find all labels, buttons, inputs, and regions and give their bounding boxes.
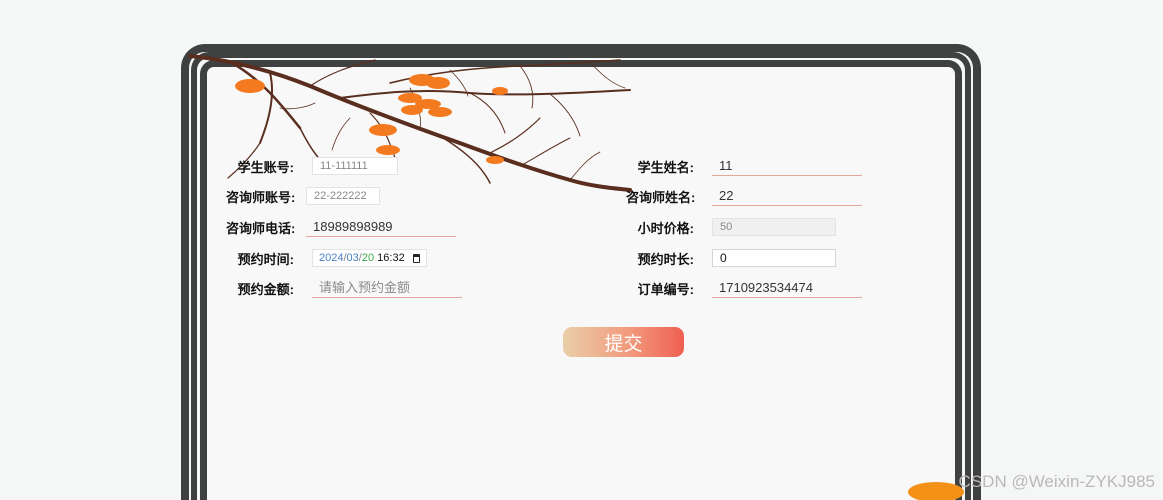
consultant-phone-input[interactable]	[306, 217, 456, 237]
row-appointment-amount: 预约金额:	[226, 277, 462, 299]
appointment-amount-input[interactable]	[312, 278, 462, 298]
row-hourly-price: 小时价格:	[626, 216, 836, 238]
consultant-account-input[interactable]	[306, 187, 380, 205]
appointment-duration-label: 预约时长:	[637, 251, 694, 267]
row-order-number: 订单编号:	[626, 277, 862, 299]
appointment-time-input[interactable]: 2024/03/20 16:32	[312, 249, 427, 267]
consultant-name-input[interactable]	[712, 186, 862, 206]
hourly-price-label: 小时价格:	[637, 220, 694, 236]
page: 学生账号: 咨询师账号: 咨询师电话: 预约时间: 2024/03/20 16:…	[0, 0, 1163, 500]
submit-button[interactable]: 提交	[563, 327, 684, 357]
row-student-name: 学生姓名:	[626, 155, 862, 177]
row-appointment-duration: 预约时长:	[626, 247, 836, 269]
student-name-input[interactable]	[712, 156, 862, 176]
watermark: CSDN @Weixin-ZYKJ985	[958, 472, 1155, 491]
row-consultant-account: 咨询师账号:	[226, 185, 380, 207]
appointment-time-label: 预约时间:	[237, 251, 294, 267]
persimmon-decoration-icon	[908, 482, 964, 500]
calendar-icon[interactable]	[412, 253, 420, 263]
date-time: 16:32	[377, 252, 405, 264]
consultant-name-label: 咨询师姓名:	[626, 189, 696, 205]
row-consultant-phone: 咨询师电话:	[226, 216, 456, 238]
appointment-amount-label: 预约金额:	[237, 281, 294, 297]
student-name-label: 学生姓名:	[637, 159, 694, 175]
consultant-phone-label: 咨询师电话:	[226, 220, 296, 236]
row-appointment-time: 预约时间: 2024/03/20 16:32	[226, 247, 427, 269]
student-account-label: 学生账号:	[237, 159, 294, 175]
date-year: 2024	[319, 252, 344, 264]
consultant-account-label: 咨询师账号:	[226, 189, 296, 205]
date-month: 03	[346, 252, 359, 264]
order-number-input[interactable]	[712, 278, 862, 298]
date-day: 20	[361, 252, 375, 264]
order-number-label: 订单编号:	[637, 281, 694, 297]
row-student-account: 学生账号:	[226, 155, 398, 177]
hourly-price-input	[712, 218, 836, 236]
student-account-input[interactable]	[312, 157, 398, 175]
row-consultant-name: 咨询师姓名:	[626, 185, 862, 207]
appointment-duration-input[interactable]	[712, 249, 836, 267]
